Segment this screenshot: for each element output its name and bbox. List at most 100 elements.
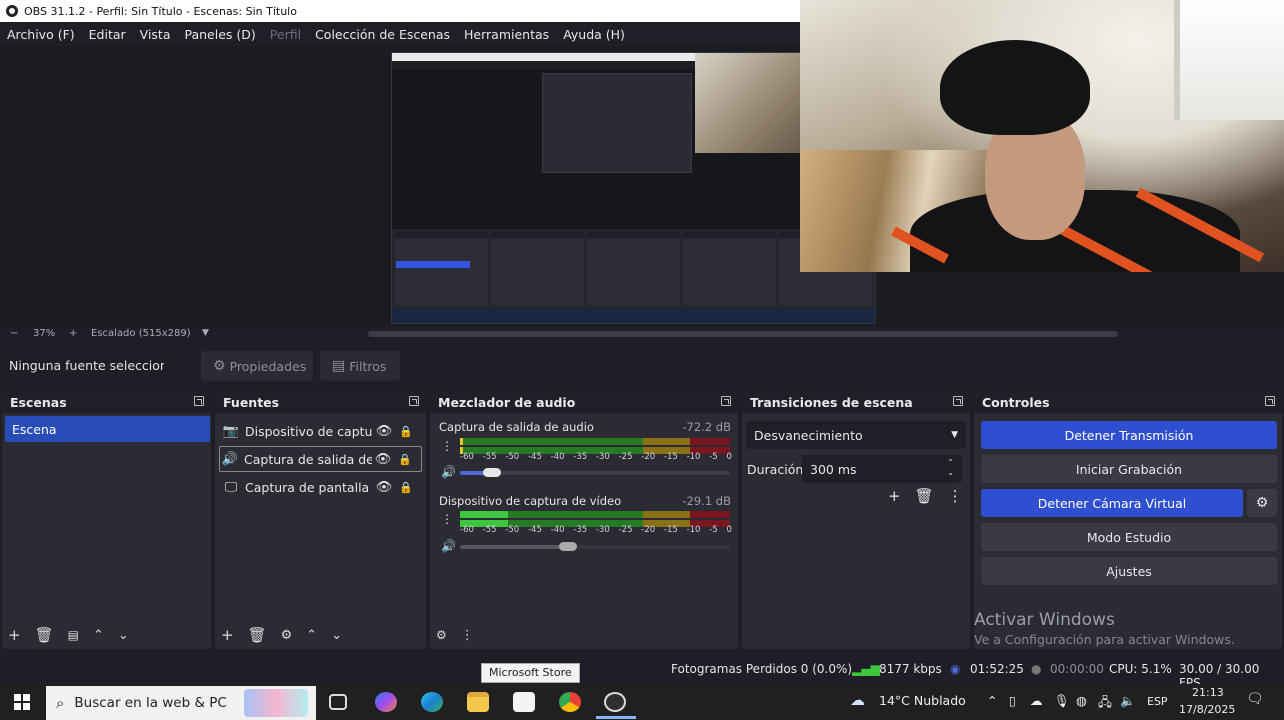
move-scene-down-button[interactable]: ⌄ bbox=[118, 628, 129, 643]
windows-start-icon[interactable] bbox=[14, 694, 30, 710]
lock-icon[interactable]: 🔒 bbox=[395, 425, 417, 438]
record-icon: ● bbox=[1031, 662, 1042, 676]
remove-transition-button[interactable]: 🗑 bbox=[915, 487, 934, 505]
scale-dropdown-icon[interactable]: ▼ bbox=[202, 328, 209, 338]
menu-perfil[interactable]: Perfil bbox=[270, 27, 301, 42]
preview-horizontal-scrollbar[interactable] bbox=[368, 331, 1118, 337]
sources-dock: Fuentes 📷 Dispositivo de captura de víde… bbox=[215, 391, 426, 649]
move-scene-up-button[interactable]: ⌃ bbox=[93, 628, 104, 643]
tray-cloud-icon[interactable]: ☁ bbox=[1030, 693, 1043, 708]
advanced-audio-button[interactable]: ⚙ bbox=[436, 628, 447, 642]
microsoft-store-icon[interactable] bbox=[513, 692, 535, 712]
stop-virtual-camera-button[interactable]: Detener Cámara Virtual bbox=[981, 489, 1243, 517]
menu-coleccion-escenas[interactable]: Colección de Escenas bbox=[315, 27, 450, 42]
file-explorer-icon[interactable] bbox=[467, 692, 489, 712]
scene-item[interactable]: Escena bbox=[5, 416, 210, 442]
watermark-subtitle: Ve a Configuración para activar Windows. bbox=[974, 632, 1235, 647]
menu-vista[interactable]: Vista bbox=[140, 27, 171, 42]
scenes-dock-header: Escenas bbox=[2, 391, 211, 413]
lock-icon[interactable]: 🔒 bbox=[394, 453, 416, 466]
source-name: Dispositivo de captura de vídeo bbox=[245, 423, 373, 439]
obs-taskbar-icon[interactable] bbox=[604, 692, 626, 712]
transition-selected: Desvanecimiento bbox=[754, 427, 863, 443]
volume-slider[interactable] bbox=[460, 542, 730, 551]
copilot-icon[interactable] bbox=[375, 692, 397, 712]
zoom-in-button[interactable]: + bbox=[69, 328, 77, 339]
tray-network-icon[interactable]: 🖧 bbox=[1098, 693, 1112, 714]
channel-menu-icon[interactable]: ⋮ bbox=[441, 439, 453, 453]
stream-time: 01:52:25 bbox=[970, 662, 1024, 676]
stop-stream-button[interactable]: Detener Transmisión bbox=[981, 421, 1277, 449]
tray-device-icon[interactable]: ▯ bbox=[1009, 693, 1016, 708]
stepper-icon[interactable]: ⌃ ⌄ bbox=[947, 458, 954, 478]
scene-transitions-dock: Transiciones de escena Desvanecimiento ▼… bbox=[742, 391, 970, 649]
scenes-title: Escenas bbox=[10, 394, 67, 410]
speaker-mute-icon[interactable]: 🔊 bbox=[441, 465, 456, 479]
undock-icon[interactable] bbox=[194, 396, 204, 406]
duration-spinbox[interactable]: 300 ms ⌃ ⌄ bbox=[802, 455, 962, 483]
undock-icon[interactable] bbox=[953, 396, 963, 406]
source-properties-button[interactable]: ⚙ bbox=[281, 628, 293, 643]
lock-icon[interactable]: 🔒 bbox=[395, 481, 417, 494]
move-source-down-button[interactable]: ⌄ bbox=[331, 628, 342, 643]
speaker-mute-icon[interactable]: 🔊 bbox=[441, 539, 456, 553]
windows-taskbar: ⌕ Buscar en la web & PC ☁ 14°C Nublado ⌃… bbox=[0, 684, 1284, 720]
undock-icon[interactable] bbox=[1265, 396, 1275, 406]
mixer-channel-db: -29.1 dB bbox=[682, 494, 731, 508]
add-transition-button[interactable]: + bbox=[888, 487, 901, 505]
source-item-screen-capture[interactable]: 🖵 Captura de pantalla 👁 🔒 bbox=[221, 474, 421, 500]
add-source-button[interactable]: + bbox=[221, 626, 234, 644]
undock-icon[interactable] bbox=[721, 396, 731, 406]
zoom-out-button[interactable]: − bbox=[10, 328, 18, 339]
weather-label[interactable]: 14°C Nublado bbox=[879, 693, 966, 708]
scale-label: Escalado (515x289) bbox=[91, 328, 191, 339]
tray-overflow-chevron-icon[interactable]: ⌃ bbox=[987, 693, 997, 708]
remove-scene-button[interactable]: 🗑 bbox=[35, 626, 54, 644]
source-name: Captura de pantalla bbox=[245, 479, 370, 495]
menu-herramientas[interactable]: Herramientas bbox=[464, 27, 549, 42]
move-source-up-button[interactable]: ⌃ bbox=[306, 628, 317, 643]
virtual-camera-settings-gear-icon[interactable]: ⚙ bbox=[1247, 489, 1277, 517]
add-scene-button[interactable]: + bbox=[8, 626, 21, 644]
transition-select[interactable]: Desvanecimiento ▼ bbox=[746, 421, 966, 449]
menu-archivo[interactable]: Archivo (F) bbox=[7, 27, 75, 42]
filter-icon: ▤ bbox=[332, 358, 346, 374]
undock-icon[interactable] bbox=[409, 396, 419, 406]
clock-time[interactable]: 21:13 bbox=[1192, 686, 1224, 699]
filters-button[interactable]: ▤ Filtros bbox=[320, 351, 400, 381]
start-recording-button[interactable]: Iniciar Grabación bbox=[981, 455, 1277, 483]
studio-mode-button[interactable]: Modo Estudio bbox=[981, 523, 1277, 551]
controls-dock-header: Controles bbox=[974, 391, 1282, 413]
source-item-video-capture[interactable]: 📷 Dispositivo de captura de vídeo 👁 🔒 bbox=[221, 418, 421, 444]
tray-volume-icon[interactable]: 🔈 bbox=[1120, 693, 1136, 709]
properties-button[interactable]: ⚙ Propiedades bbox=[201, 351, 313, 381]
channel-menu-icon[interactable]: ⋮ bbox=[441, 512, 453, 526]
menu-ayuda[interactable]: Ayuda (H) bbox=[563, 27, 625, 42]
tray-mic-icon[interactable]: 🎙 bbox=[1054, 693, 1070, 709]
volume-slider[interactable] bbox=[460, 468, 730, 477]
menu-paneles[interactable]: Paneles (D) bbox=[185, 27, 256, 42]
sources-title: Fuentes bbox=[223, 394, 280, 410]
source-item-audio-output[interactable]: 🔊 Captura de salida de audio 👁 🔒 bbox=[219, 446, 422, 472]
remove-source-button[interactable]: 🗑 bbox=[248, 626, 267, 644]
clock-date[interactable]: 17/8/2025 bbox=[1179, 703, 1235, 716]
visibility-eye-icon[interactable]: 👁 bbox=[373, 424, 395, 439]
mixer-menu-button[interactable]: ⋮ bbox=[461, 628, 474, 643]
task-view-icon[interactable] bbox=[329, 694, 347, 710]
settings-button[interactable]: Ajustes bbox=[981, 557, 1277, 585]
search-highlight-image bbox=[244, 689, 308, 717]
transition-menu-button[interactable]: ⋮ bbox=[948, 487, 963, 505]
edge-browser-icon[interactable] bbox=[421, 692, 443, 712]
notifications-icon[interactable]: 🗨 bbox=[1246, 691, 1264, 707]
cpu-usage: CPU: 5.1% bbox=[1109, 662, 1172, 676]
scene-filters-button[interactable]: ▤ bbox=[68, 628, 79, 642]
taskbar-search-box[interactable]: ⌕ Buscar en la web & PC bbox=[46, 686, 316, 720]
tray-camera-icon[interactable]: ◍ bbox=[1076, 693, 1087, 708]
stream-icon: ◉ bbox=[950, 662, 961, 676]
meter-ticks: -60 -55 -50 -45 -40 -35 -30 -25 -20 -15 -10 -5 0 bbox=[460, 525, 732, 535]
menu-editar[interactable]: Editar bbox=[89, 27, 126, 42]
language-indicator[interactable]: ESP bbox=[1147, 695, 1168, 708]
visibility-eye-icon[interactable]: 👁 bbox=[373, 480, 395, 495]
chrome-browser-icon[interactable] bbox=[559, 692, 581, 712]
visibility-eye-icon[interactable]: 👁 bbox=[372, 452, 394, 467]
